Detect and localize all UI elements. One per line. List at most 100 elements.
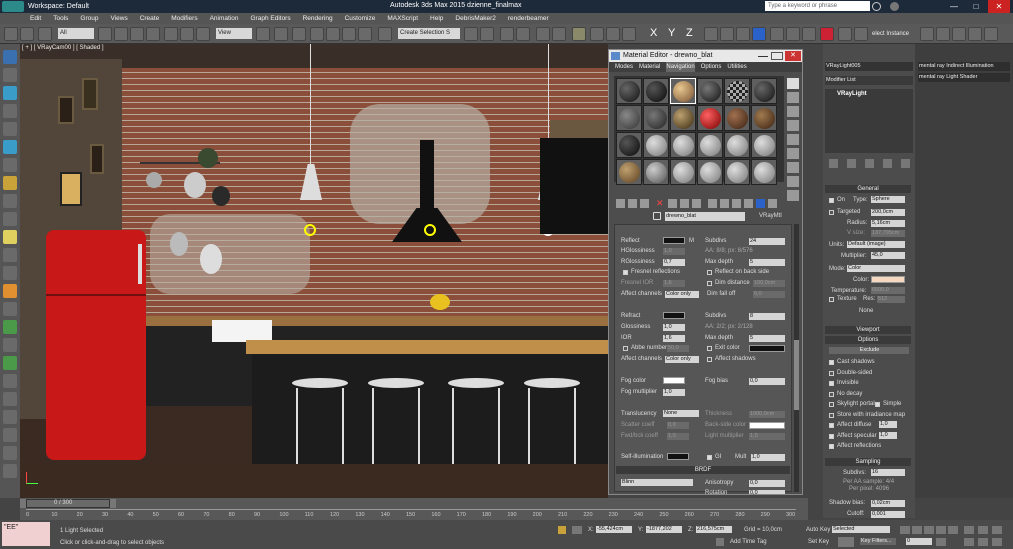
tool-icon-11[interactable] [3, 230, 17, 244]
reflect-maxdepth-field[interactable]: 5 [749, 259, 785, 266]
render-setup-icon[interactable] [590, 27, 604, 41]
tool-icon-17[interactable] [3, 338, 17, 352]
sample-slot[interactable] [616, 159, 642, 185]
app-logo-icon[interactable] [2, 1, 24, 12]
material-editor-close-button[interactable]: ✕ [785, 51, 801, 61]
general-rollout[interactable]: General [825, 185, 911, 193]
fresnel-ior-field[interactable]: 1,6 [663, 280, 685, 287]
brdf-type-dropdown[interactable]: Blinn [621, 479, 693, 486]
render-icon[interactable] [622, 27, 636, 41]
stack-item-vraylight[interactable]: VRayLight [837, 91, 867, 97]
make-unique-icon[interactable] [668, 199, 677, 208]
key-filters-button[interactable]: Key Filters... [860, 538, 896, 545]
menu-rendering[interactable]: Rendering [303, 15, 333, 22]
option-checkbox[interactable] [829, 381, 834, 386]
tool-icon-4[interactable] [3, 104, 17, 118]
reflect-backside-checkbox[interactable] [707, 270, 712, 275]
option-row[interactable]: Affect diffuse [827, 421, 913, 430]
tool-icon-3[interactable] [3, 86, 17, 100]
sample-slot[interactable] [751, 159, 777, 185]
select-instance-label[interactable]: elect Instance [872, 31, 909, 37]
mr-indirect-illumination-item[interactable]: mental ray Indirect Illumination [918, 62, 1010, 71]
ribbon-icon[interactable] [516, 27, 530, 41]
exit-color-swatch[interactable] [749, 345, 785, 352]
undo-icon[interactable] [4, 27, 18, 41]
redo-icon[interactable] [20, 27, 34, 41]
me-menu-material[interactable]: Material [639, 62, 660, 72]
light-type-dropdown[interactable]: Sphere [871, 196, 905, 203]
sample-slot[interactable] [697, 78, 723, 104]
light-mult-field[interactable]: 1,0 [749, 433, 785, 440]
vray-sphere-icon[interactable] [838, 27, 852, 41]
fog-bias-field[interactable]: 0,0 [749, 378, 785, 385]
me-menu-options[interactable]: Options [701, 62, 722, 72]
option-checkbox[interactable] [829, 402, 834, 407]
sample-slot[interactable] [724, 105, 750, 131]
tool-icon-24[interactable] [3, 464, 17, 478]
sample-slot[interactable] [724, 159, 750, 185]
select-manipulate-icon[interactable] [274, 27, 288, 41]
selection-filter-dropdown[interactable]: All [58, 28, 94, 39]
exclude-button[interactable]: Exclude [829, 347, 909, 354]
snap-icon[interactable] [310, 27, 324, 41]
dim-distance-checkbox[interactable] [707, 281, 712, 286]
select-by-material-icon[interactable] [787, 176, 799, 187]
named-selection-dropdown[interactable]: Create Selection S [398, 28, 460, 39]
pivot-icon[interactable] [256, 27, 270, 41]
abbe-checkbox[interactable] [623, 346, 628, 351]
menu-group[interactable]: Group [80, 15, 98, 22]
mode-dropdown[interactable]: Color [847, 265, 905, 272]
material-id-icon[interactable] [692, 199, 701, 208]
maxscript-listener[interactable]: "EE" [2, 522, 50, 546]
affect-diffuse-field[interactable]: 1,0 [879, 421, 897, 428]
rotation-field[interactable]: 0,0 [749, 490, 785, 496]
menu-debrismaker[interactable]: DebrisMaker2 [455, 15, 495, 22]
menu-help[interactable]: Help [430, 15, 443, 22]
rendered-frame-icon[interactable] [606, 27, 620, 41]
refract-color-swatch[interactable] [663, 312, 685, 319]
sample-slot[interactable] [643, 105, 669, 131]
set-key-button[interactable]: Set Key [808, 539, 829, 545]
sample-slot[interactable] [616, 78, 642, 104]
link-icon[interactable] [38, 27, 52, 41]
angle-snap-icon[interactable] [326, 27, 340, 41]
prev-frame-icon[interactable] [20, 499, 26, 508]
sample-slot[interactable] [670, 105, 696, 131]
auto-key-button[interactable]: Auto Key [806, 527, 830, 533]
option-row[interactable]: Affect reflections [827, 442, 913, 451]
tool-icon-14[interactable] [3, 284, 17, 298]
menu-views[interactable]: Views [110, 15, 127, 22]
targeted-checkbox[interactable] [829, 210, 834, 215]
menu-renderbeamer[interactable]: renderbeamer [508, 15, 549, 22]
tool-icon-19[interactable] [3, 374, 17, 388]
zoom-icon[interactable] [964, 526, 974, 534]
texture-checkbox[interactable] [829, 297, 834, 302]
sample-slot[interactable] [724, 78, 750, 104]
refract-subdivs-field[interactable]: 8 [749, 313, 785, 320]
sample-slot[interactable] [697, 132, 723, 158]
z-coord-field[interactable]: 216,575cm [696, 526, 732, 533]
sample-type-icon[interactable] [787, 78, 799, 89]
backside-color-swatch[interactable] [749, 422, 785, 429]
go-parent-icon[interactable] [732, 199, 741, 208]
motion-tab-icon[interactable] [968, 27, 982, 41]
viewport-label[interactable]: [ + ] [ VRayCam00 ] [ Shaded ] [22, 45, 104, 51]
material-navigator-icon[interactable] [787, 190, 799, 201]
option-checkbox[interactable] [829, 444, 834, 449]
y-coord-field[interactable]: -1877,202 [646, 526, 682, 533]
go-to-start-icon[interactable] [900, 526, 910, 534]
xform-y-icon[interactable]: Y [668, 27, 682, 41]
sample-slot[interactable] [616, 105, 642, 131]
multiplier-field[interactable]: 45,0 [871, 252, 905, 259]
get-material-icon[interactable] [616, 199, 625, 208]
option-checkbox[interactable] [829, 433, 834, 439]
brdf-rollout[interactable]: BRDF [616, 466, 790, 474]
option-row[interactable]: No decay [827, 390, 913, 399]
xform-z-icon[interactable]: Z [686, 27, 700, 41]
tool-icon-7[interactable] [3, 158, 17, 172]
sample-slot[interactable] [616, 132, 642, 158]
texture-none-button[interactable]: None [859, 308, 873, 314]
reset-map-icon[interactable]: ✕ [656, 199, 665, 208]
material-name-field[interactable]: drewno_blat [665, 212, 745, 221]
search-icon[interactable] [872, 2, 881, 11]
